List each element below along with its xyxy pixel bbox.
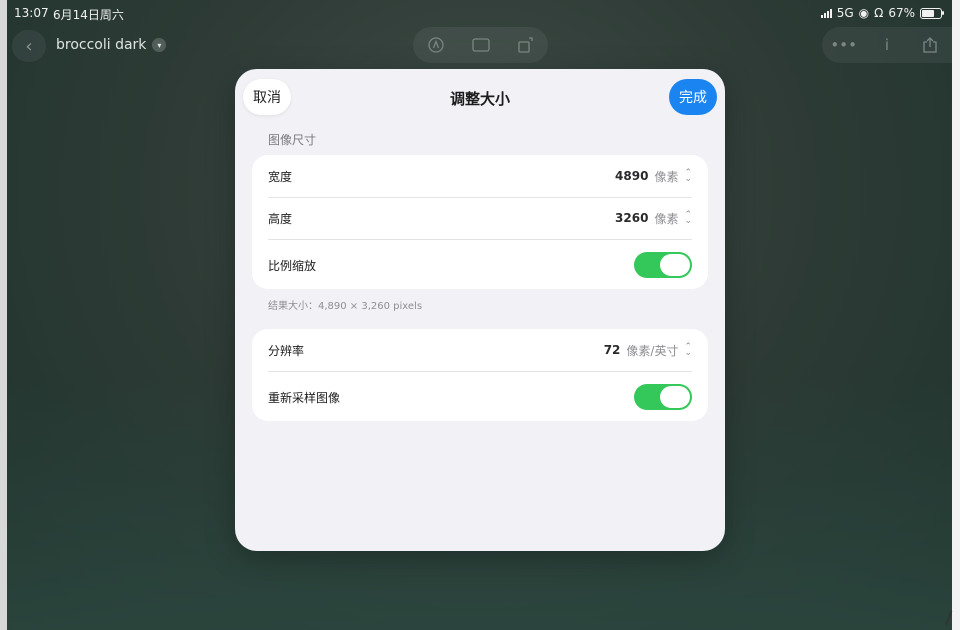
height-value[interactable]: 3260: [615, 211, 648, 225]
scale-toggle[interactable]: [634, 252, 692, 278]
chevron-down-icon: ▾: [152, 38, 167, 52]
toggle-knob: [660, 386, 690, 408]
divider: [268, 239, 692, 240]
divider: [268, 371, 692, 372]
scale-row: 比例缩放: [268, 243, 692, 287]
location-icon: ◉: [858, 6, 870, 20]
height-unit: 像素: [654, 211, 679, 226]
result-size-text: 结果大小：4,890 × 3,260 pixels: [268, 301, 423, 312]
chevron-left-icon: ‹: [25, 35, 33, 57]
height-label: 高度: [268, 211, 293, 226]
width-label: 宽度: [268, 169, 293, 184]
back-button[interactable]: ‹: [12, 30, 46, 62]
image-size-group: 宽度 4890 像素 ⌃ ⌄ 高度 3260 像素 ⌃ ⌄ 比例缩放: [252, 155, 708, 289]
status-indicators: 5G ◉ Ω 67%: [820, 6, 944, 20]
resize-sheet: 取消 调整大小 完成 图像尺寸 宽度 4890 像素 ⌃ ⌄ 高度 3260 像素…: [235, 69, 725, 551]
signal-icon: [820, 8, 832, 18]
status-bar: 13:07 6月14日周六 5G ◉ Ω 67%: [14, 6, 944, 22]
info-icon[interactable]: i: [878, 36, 896, 54]
height-row[interactable]: 高度 3260 像素 ⌃ ⌄: [268, 197, 692, 239]
document-title-menu[interactable]: broccoli dark ▾: [56, 37, 167, 53]
rotate-icon[interactable]: [517, 36, 535, 54]
resolution-row[interactable]: 分辨率 72 像素/英寸 ⌃ ⌄: [268, 329, 692, 371]
window-edge-left: [0, 0, 7, 630]
section-label-image-size: 图像尺寸: [268, 133, 317, 147]
markup-icon[interactable]: [427, 36, 445, 54]
status-date: 6月14日周六: [53, 8, 124, 22]
resample-toggle[interactable]: [634, 384, 692, 410]
width-unit: 像素: [654, 169, 679, 184]
network-label: 5G: [836, 6, 854, 20]
resample-label: 重新采样图像: [268, 390, 341, 405]
status-time: 13:07: [14, 6, 49, 20]
resolution-unit: 像素/英寸: [626, 343, 679, 358]
resample-row: 重新采样图像: [268, 375, 692, 419]
width-value[interactable]: 4890: [615, 169, 648, 183]
resolution-group: 分辨率 72 像素/英寸 ⌃ ⌄ 重新采样图像: [252, 329, 708, 421]
headphones-icon: Ω: [874, 6, 884, 20]
stepper-updown-icon[interactable]: ⌃ ⌄: [684, 169, 692, 184]
sheet-title: 调整大小: [449, 90, 510, 108]
done-button[interactable]: 完成: [669, 79, 717, 115]
share-icon[interactable]: [921, 36, 939, 54]
battery-percent: 67%: [888, 6, 915, 20]
window-edge-right: [952, 0, 960, 630]
resolution-label: 分辨率: [268, 343, 305, 358]
stepper-updown-icon[interactable]: ⌃ ⌄: [684, 211, 692, 226]
right-toolbar: ••• i: [822, 27, 952, 63]
crop-icon[interactable]: [471, 36, 490, 54]
width-row[interactable]: 宽度 4890 像素 ⌃ ⌄: [268, 155, 692, 197]
resolution-value[interactable]: 72: [604, 343, 621, 357]
battery-icon: [920, 7, 944, 19]
stepper-updown-icon[interactable]: ⌃ ⌄: [684, 343, 692, 358]
more-icon[interactable]: •••: [830, 36, 857, 54]
document-title: broccoli dark: [56, 37, 147, 53]
toggle-knob: [660, 254, 690, 276]
center-toolbar: [413, 27, 548, 63]
scale-label: 比例缩放: [268, 258, 317, 273]
